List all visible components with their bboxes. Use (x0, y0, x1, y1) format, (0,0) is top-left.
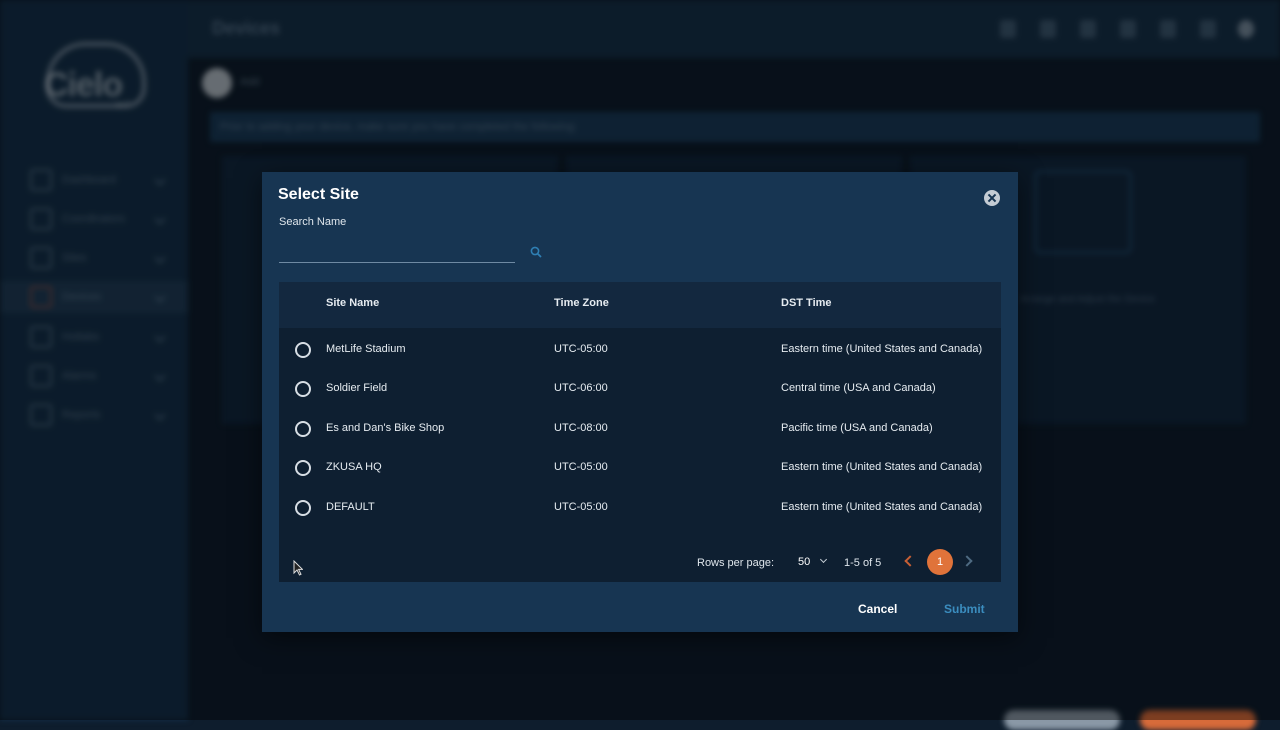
cell-site-name: Soldier Field (326, 382, 388, 395)
column-header-dst-time[interactable]: DST Time (781, 297, 832, 309)
cell-dst-time: Central time (USA and Canada) (781, 382, 936, 395)
cell-time-zone: UTC-05:00 (554, 343, 608, 355)
select-site-dialog: Select Site Search Name Site Name Time Z… (262, 172, 1018, 632)
cancel-button[interactable]: Cancel (858, 602, 897, 616)
rows-per-page-label: Rows per page: (697, 557, 775, 569)
site-radio[interactable] (295, 460, 311, 477)
search-label: Search Name (279, 216, 347, 228)
close-icon[interactable] (984, 190, 1000, 206)
submit-button[interactable]: Submit (944, 602, 985, 616)
search-icon[interactable] (530, 246, 542, 258)
cell-dst-time: Eastern time (United States and Canada) (781, 343, 983, 355)
site-radio[interactable] (295, 499, 311, 516)
cell-dst-time: Eastern time (United States and Canada) (781, 500, 983, 513)
rows-per-page-value: 50 (798, 556, 811, 568)
cell-time-zone: UTC-08:00 (554, 421, 608, 434)
site-radio[interactable] (295, 381, 311, 398)
mouse-cursor-icon (293, 560, 303, 576)
column-header-site-name[interactable]: Site Name (326, 297, 379, 309)
site-radio[interactable] (295, 342, 311, 358)
table-header: Site Name Time Zone DST Time (279, 282, 1001, 328)
chevron-left-icon[interactable] (904, 555, 916, 567)
site-radio[interactable] (295, 420, 311, 437)
cell-time-zone: UTC-05:00 (554, 461, 608, 474)
cell-time-zone: UTC-05:00 (554, 500, 608, 513)
column-header-time-zone[interactable]: Time Zone (554, 297, 609, 309)
table-row[interactable]: ZKUSA HQ UTC-05:00 Eastern time (United St… (279, 448, 1001, 487)
page-button-current[interactable]: 1 (927, 549, 953, 575)
cell-site-name: DEFAULT (326, 500, 375, 513)
table-row[interactable]: Es and Dan's Bike Shop UTC-08:00 Pacific t… (279, 409, 1001, 448)
chevron-right-icon[interactable] (961, 555, 973, 567)
search-input[interactable] (279, 240, 515, 263)
rows-per-page-select[interactable]: 50 (791, 552, 831, 572)
table-row[interactable]: DEFAULT UTC-05:00 Eastern time (United Sta… (279, 488, 1001, 527)
cell-time-zone: UTC-06:00 (554, 382, 608, 395)
pagination-range: 1-5 of 5 (844, 557, 882, 569)
cell-dst-time: Eastern time (United States and Canada) (781, 461, 983, 474)
dialog-title: Select Site (278, 186, 359, 203)
chevron-down-icon (819, 555, 828, 564)
table-row[interactable]: Soldier Field UTC-06:00 Central time (USA … (279, 369, 1001, 408)
cell-site-name: Es and Dan's Bike Shop (326, 421, 445, 434)
table-row[interactable]: MetLife Stadium UTC-05:00 Eastern time (Un… (279, 330, 1001, 369)
cell-site-name: ZKUSA HQ (326, 461, 382, 474)
cell-dst-time: Pacific time (USA and Canada) (781, 421, 933, 434)
site-table: Site Name Time Zone DST Time MetLife Sta… (279, 282, 1001, 582)
cell-site-name: MetLife Stadium (326, 343, 406, 355)
